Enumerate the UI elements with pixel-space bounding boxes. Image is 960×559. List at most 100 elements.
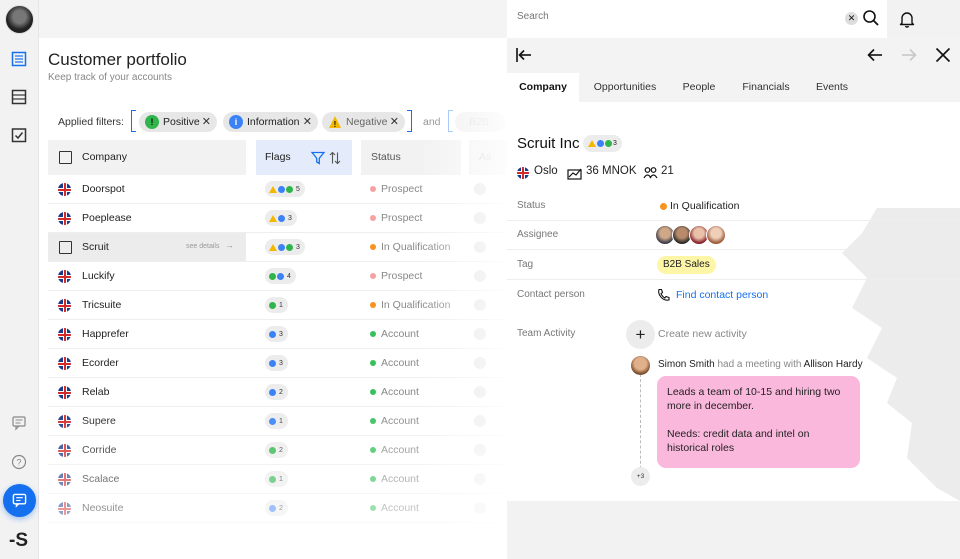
search-icon[interactable] [862,9,880,27]
row-checkbox[interactable] [59,241,72,254]
arrow-right-icon[interactable]: → [225,240,234,250]
add-activity-button[interactable]: + [626,320,655,349]
table-row[interactable]: Neosuite 2 Account [48,494,507,523]
avatar[interactable] [474,386,486,398]
close-icon[interactable] [934,46,952,64]
list-icon[interactable] [11,51,27,67]
flags-badge[interactable]: 2 [265,500,288,516]
more-activities-button[interactable]: +3 [631,467,650,486]
company-name[interactable]: Happrefer [82,328,129,340]
avatar[interactable] [706,225,726,245]
avatar[interactable] [474,270,486,282]
add-activity-label[interactable]: Create new activity [658,328,747,340]
clear-search-icon[interactable]: ✕ [845,12,858,25]
filter-chip-information[interactable]: i Information ✕ [223,112,318,132]
app-logo[interactable]: -S [9,530,28,552]
column-assignee[interactable]: As [469,140,507,175]
see-details-link[interactable]: see details [186,243,219,250]
status-value[interactable]: In Qualification [670,200,739,212]
column-flags[interactable]: Flags [256,140,352,175]
help-icon[interactable]: ? [11,454,27,470]
avatar[interactable] [631,356,650,375]
filter-icon[interactable] [311,151,325,165]
sort-icon[interactable] [329,151,341,165]
avatar[interactable] [474,473,486,485]
table-row[interactable]: Ecorder 3 Account [48,349,507,378]
tab-opportunities[interactable]: Opportunities [585,73,665,102]
tag-badge[interactable]: B2B Sales [657,256,716,274]
company-name[interactable]: Poeplease [82,212,132,224]
board-icon[interactable] [11,89,27,105]
table-row[interactable]: see details → Scruit 3 In Qualification [48,233,507,262]
arrow-right-icon[interactable] [900,46,918,64]
chat-button[interactable] [3,484,36,517]
flags-badge[interactable]: 1 [265,413,288,429]
avatar[interactable] [474,328,486,340]
filter-chip-negative[interactable]: ! Negative ✕ [322,112,405,132]
avatar[interactable] [474,415,486,427]
flags-badge[interactable]: 3 [265,239,305,255]
bell-icon[interactable] [899,10,915,28]
close-icon[interactable]: ✕ [303,112,312,132]
company-name[interactable]: Luckify [82,270,115,282]
company-name[interactable]: Doorspot [82,183,125,195]
avatar[interactable] [474,241,486,253]
table-row[interactable]: Corride 2 Account [48,436,507,465]
column-company[interactable]: Company [48,140,246,175]
search-input[interactable] [517,11,837,22]
company-name[interactable]: Neosuite [82,502,123,514]
flags-badge[interactable]: 3 [265,355,288,371]
flags-badge[interactable]: 3 [265,326,288,342]
positive-icon [269,475,276,483]
company-name[interactable]: Scruit [82,241,109,253]
avatar[interactable] [474,444,486,456]
flags-badge[interactable]: 4 [265,268,296,284]
close-icon[interactable]: ✕ [390,112,399,132]
flags-badge[interactable]: 1 [265,297,288,313]
table-row[interactable]: Poeplease 3 Prospect [48,204,507,233]
filter-chip-positive[interactable]: ! Positive ✕ [139,112,217,132]
info-icon [277,272,284,280]
collapse-panel-icon[interactable] [515,46,533,64]
column-status[interactable]: Status [361,140,461,175]
filter-chip-b2b[interactable]: B2B [455,112,505,132]
avatar[interactable] [474,212,486,224]
activity-note[interactable]: Leads a team of 10-15 and hiring two mor… [657,376,860,468]
flags-badge[interactable]: 2 [265,384,288,400]
flags-badge[interactable]: 2 [265,442,288,458]
tab-people[interactable]: People [675,73,723,102]
company-name[interactable]: Scalace [82,473,119,485]
tab-events[interactable]: Events [809,73,855,102]
arrow-left-icon[interactable] [866,46,884,64]
avatar[interactable] [474,299,486,311]
table-row[interactable]: Doorspot 5 Prospect [48,175,507,204]
checklist-icon[interactable] [11,127,27,143]
select-all-checkbox[interactable] [59,151,72,164]
feedback-icon[interactable] [11,415,27,431]
table-row[interactable]: Tricsuite 1 In Qualification [48,291,507,320]
company-name[interactable]: Ecorder [82,357,119,369]
table-row[interactable]: Happrefer 3 Account [48,320,507,349]
flags-badge[interactable]: 1 [265,471,288,487]
avatar[interactable] [474,183,486,195]
close-icon[interactable]: ✕ [202,112,211,132]
table-row[interactable]: Luckify 4 Prospect [48,262,507,291]
activity-target[interactable]: Allison Hardy [804,359,863,370]
tab-financials[interactable]: Financials [735,73,797,102]
find-contact-link[interactable]: Find contact person [676,289,768,301]
main-panel: Customer portfolio Keep track of your ac… [39,38,507,559]
table-row[interactable]: Scalace 1 Account [48,465,507,494]
flags-badge[interactable]: 5 [265,181,305,197]
activity-actor[interactable]: Simon Smith [658,359,715,370]
table-row[interactable]: Supere 1 Account [48,407,507,436]
table-row[interactable]: Relab 2 Account [48,378,507,407]
user-avatar[interactable] [5,5,34,34]
avatar[interactable] [474,502,486,514]
tab-company[interactable]: Company [507,73,579,102]
flags-badge[interactable]: 3 [265,210,297,226]
avatar[interactable] [474,357,486,369]
company-name[interactable]: Tricsuite [82,299,121,311]
company-name[interactable]: Supere [82,415,116,427]
company-name[interactable]: Relab [82,386,109,398]
company-name[interactable]: Corride [82,444,116,456]
